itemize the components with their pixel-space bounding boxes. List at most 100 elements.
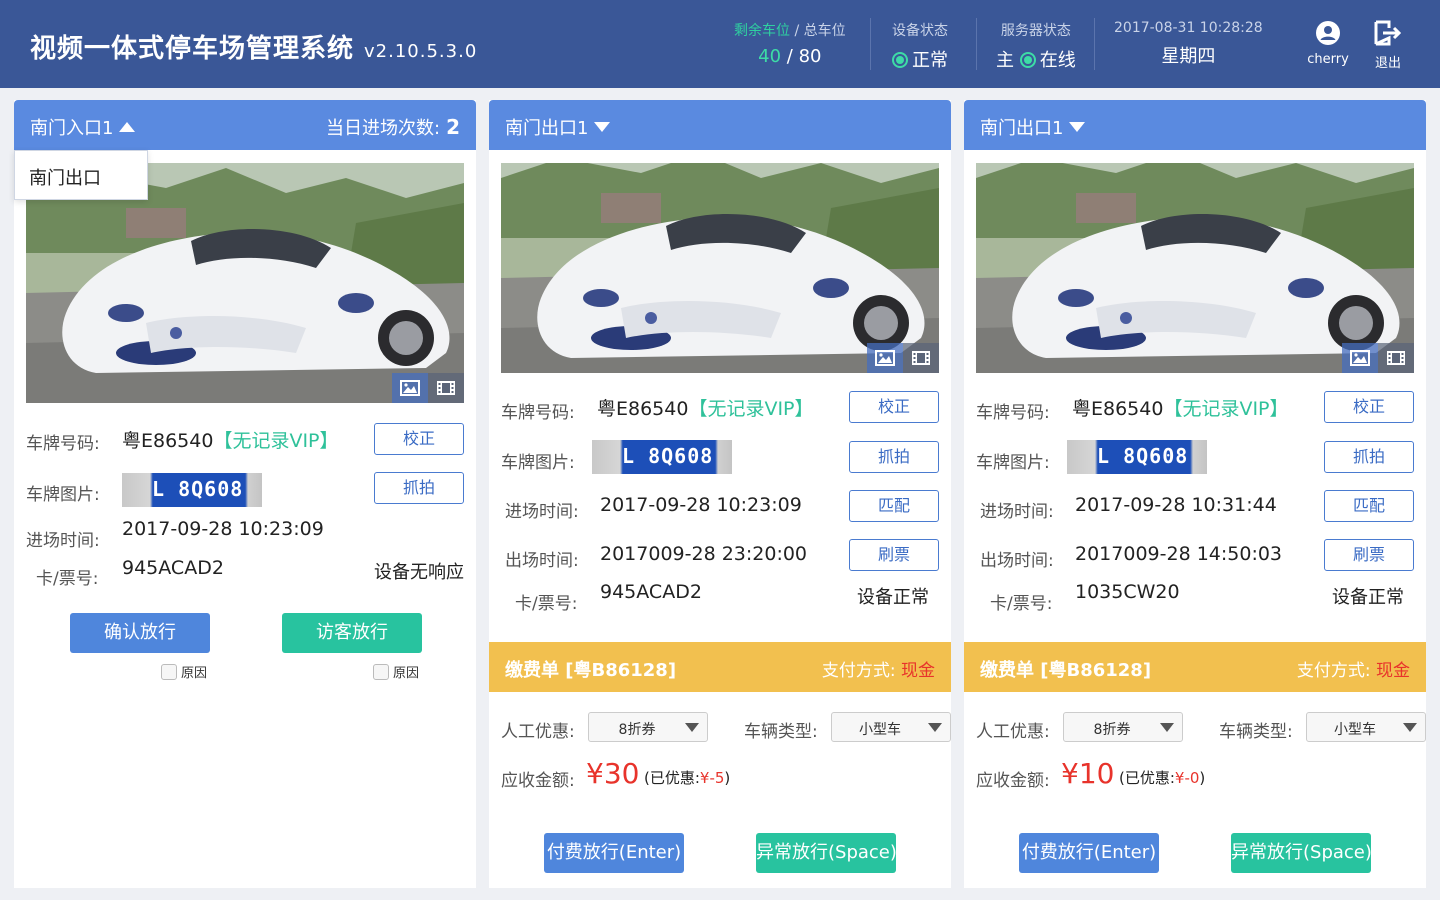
entry-time-value: 2017-09-28 10:23:09 — [122, 518, 324, 540]
plate-image-label: 车牌图片: — [976, 453, 1050, 473]
daily-entry-label: 当日进场次数: — [326, 118, 441, 139]
spaces-sep: / — [781, 46, 799, 67]
image-icon[interactable] — [867, 343, 903, 373]
plate-number-label: 车牌号码: — [26, 434, 100, 454]
correct-button[interactable]: 校正 — [1324, 391, 1414, 423]
username: cherry — [1307, 52, 1349, 67]
capture-button[interactable]: 抓拍 — [849, 441, 939, 473]
applied-discount-value: ¥-0 — [1174, 769, 1200, 787]
plate-number: 粤E86540 — [597, 398, 689, 420]
receivable-amount: ¥10 — [1061, 757, 1115, 790]
dropdown-item-south-exit[interactable]: 南门出口 — [15, 151, 147, 203]
checkbox-icon — [161, 664, 177, 680]
entry-time-label: 进场时间: — [980, 502, 1054, 522]
payment-method-label: 支付方式: — [1296, 661, 1371, 681]
match-button[interactable]: 匹配 — [849, 490, 939, 522]
payment-bill-header: 缴费单 [粤B86128] 支付方式: 现金 — [964, 642, 1426, 692]
receivable-amount: ¥30 — [586, 757, 640, 790]
correct-button[interactable]: 校正 — [849, 391, 939, 423]
header-divider — [870, 18, 871, 70]
device-response-status: 设备正常 — [857, 587, 929, 608]
vehicle-snapshot — [976, 163, 1414, 373]
lane-selector[interactable]: 南门入口1 — [30, 114, 136, 140]
user-icon — [1316, 21, 1340, 45]
film-icon[interactable] — [428, 373, 464, 403]
correct-button[interactable]: 校正 — [374, 423, 464, 455]
payment-bill-header: 缴费单 [粤B86128] 支付方式: 现金 — [489, 642, 951, 692]
device-online-icon — [892, 52, 908, 68]
reason-checkbox-visitor[interactable]: 原因 — [373, 662, 419, 681]
exit-time-label: 出场时间: — [505, 551, 579, 571]
free-spaces-value: 40 — [758, 46, 782, 67]
payment-method-value: 现金 — [901, 661, 935, 681]
abnormal-release-button[interactable]: 异常放行(Space) — [1231, 833, 1372, 873]
capture-button[interactable]: 抓拍 — [1324, 441, 1414, 473]
applied-discount: (已优惠:¥-0) — [1119, 769, 1206, 787]
plate-number: 粤E86540 — [1072, 398, 1164, 420]
lane-selector[interactable]: 南门出口1 — [980, 114, 1086, 140]
film-icon[interactable] — [1378, 343, 1414, 373]
device-status-label: 设备状态 — [892, 23, 948, 39]
caret-down-icon — [594, 122, 611, 132]
exit-lane-panel-2: 南门出口1 车牌号码: 粤E86540【无记录VIP】 校正 车牌图片: L 8… — [964, 100, 1426, 888]
exit-time-value: 2017009-28 23:20:00 — [600, 543, 808, 565]
swipe-ticket-button[interactable]: 刷票 — [849, 539, 939, 571]
plate-image: L 8Q608 — [1067, 440, 1207, 474]
logout-icon — [1374, 20, 1402, 46]
device-status-indicator: 设备状态 正常 — [892, 20, 948, 72]
lane-selector[interactable]: 南门出口1 — [505, 114, 611, 140]
plate-number-label: 车牌号码: — [501, 403, 575, 423]
current-date: 2017-08-31 10:28:28 — [1114, 20, 1263, 36]
daily-entry-value: 2 — [446, 115, 460, 139]
exit-time-label: 出场时间: — [980, 551, 1054, 571]
capture-button[interactable]: 抓拍 — [374, 472, 464, 504]
reason-checkbox-confirm[interactable]: 原因 — [161, 662, 207, 681]
confirm-release-button[interactable]: 确认放行 — [70, 613, 210, 653]
paid-release-button[interactable]: 付费放行(Enter) — [1019, 833, 1159, 873]
exit-lane-panel-1: 南门出口1 车牌号码: 粤E86540【无记录VIP】 校正 车牌图片: L 8… — [489, 100, 951, 888]
discount-select[interactable]: 8折券 — [1063, 712, 1183, 742]
discount-select[interactable]: 8折券 — [588, 712, 708, 742]
receivable-label: 应收金额: — [501, 771, 575, 791]
user-button[interactable]: cherry — [1298, 20, 1358, 67]
chevron-down-icon — [1403, 723, 1417, 732]
abnormal-release-button[interactable]: 异常放行(Space) — [756, 833, 897, 873]
vip-tag: 【无记录VIP】 — [1163, 398, 1289, 420]
applied-discount: (已优惠:¥-5) — [644, 769, 731, 787]
server-status-indicator: 服务器状态 主 在线 — [996, 20, 1076, 72]
app-version: v2.10.5.3.0 — [364, 41, 478, 62]
datetime-display: 2017-08-31 10:28:28 星期四 — [1114, 20, 1263, 68]
entry-time-label: 进场时间: — [505, 502, 579, 522]
car-photo — [976, 163, 1414, 373]
car-photo — [501, 163, 939, 373]
chevron-down-icon — [928, 723, 942, 732]
top-header: 视频一体式停车场管理系统 v2.10.5.3.0 剩余车位 / 总车位 40 / … — [0, 0, 1440, 88]
match-button[interactable]: 匹配 — [1324, 490, 1414, 522]
vehicle-type-select[interactable]: 小型车 — [831, 712, 951, 742]
lane-name: 南门入口1 — [30, 118, 114, 139]
swipe-ticket-button[interactable]: 刷票 — [1324, 539, 1414, 571]
image-icon[interactable] — [1342, 343, 1378, 373]
plate-image-label: 车牌图片: — [26, 485, 100, 505]
server-primary-label: 主 — [996, 50, 1014, 71]
plate-number-value: 粤E86540【无记录VIP】 — [597, 394, 814, 421]
vehicle-type-select[interactable]: 小型车 — [1306, 712, 1426, 742]
server-status-value: 在线 — [1039, 50, 1076, 71]
ticket-value: 945ACAD2 — [600, 581, 702, 603]
paid-release-button[interactable]: 付费放行(Enter) — [544, 833, 684, 873]
caret-down-icon — [1069, 122, 1086, 132]
free-spaces-label: 剩余车位 — [734, 23, 790, 39]
image-icon[interactable] — [392, 373, 428, 403]
visitor-release-button[interactable]: 访客放行 — [282, 613, 422, 653]
header-divider — [1094, 18, 1095, 70]
lane-name: 南门出口1 — [980, 118, 1064, 139]
exit-time-value: 2017009-28 14:50:03 — [1075, 543, 1283, 565]
bill-title: 缴费单 [粤B86128] — [505, 660, 677, 681]
logout-button[interactable]: 退出 — [1358, 20, 1418, 71]
parking-spaces-indicator: 剩余车位 / 总车位 40 / 80 — [734, 20, 846, 67]
vehicle-type-label: 车辆类型: — [744, 722, 818, 742]
payment-method-label: 支付方式: — [821, 661, 896, 681]
ticket-value: 1035CW20 — [1075, 581, 1180, 603]
ticket-value: 945ACAD2 — [122, 557, 224, 579]
film-icon[interactable] — [903, 343, 939, 373]
